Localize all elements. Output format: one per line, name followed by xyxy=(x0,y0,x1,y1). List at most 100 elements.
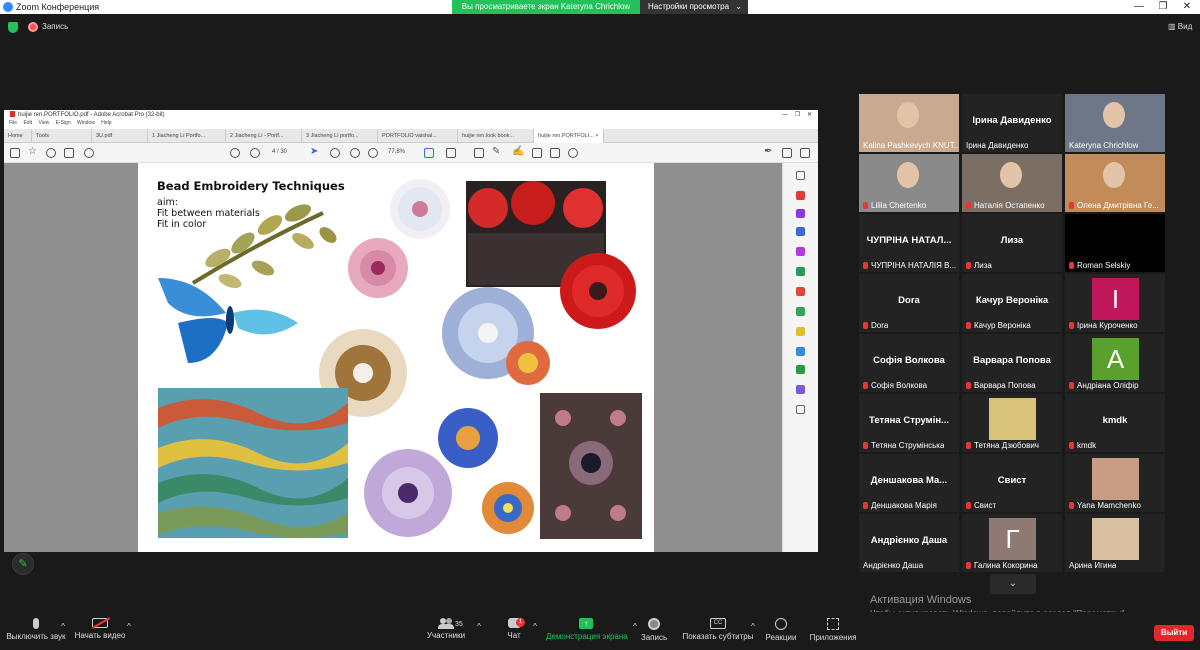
captions-icon: CC xyxy=(710,618,726,629)
captions-label: Показать субтитры xyxy=(682,632,754,641)
orange-blue-flower xyxy=(482,482,534,534)
tab-doc-active: huijie ren.PORTFOLI... × xyxy=(534,129,604,143)
beaded-butterfly xyxy=(158,278,298,363)
participant-tile[interactable]: Kateryna Chrichlow xyxy=(1065,94,1165,152)
video-off-icon xyxy=(91,617,111,629)
participant-tile[interactable]: Варвара Попова Варвара Попова xyxy=(962,334,1062,392)
protect-icon xyxy=(796,347,805,356)
zoom-level: 77,8% xyxy=(388,149,406,155)
participant-tile[interactable]: I Ірина Куроченко xyxy=(1065,274,1165,332)
participant-photo xyxy=(1092,458,1139,500)
participant-display-name: Качур Вероніка xyxy=(975,295,1049,306)
participant-tile[interactable]: Roman Selskiy xyxy=(1065,214,1165,272)
participant-tile[interactable]: kmdk kmdk xyxy=(1065,394,1165,452)
zoom-tool-icon xyxy=(796,171,805,180)
participant-name: Тетяна Дзюбович xyxy=(966,441,1039,450)
blue-sequin-flower-small xyxy=(438,408,498,468)
share-icon xyxy=(800,148,810,158)
shield-icon[interactable] xyxy=(8,22,18,33)
participant-tile[interactable]: Деншакова Ма... Деншакова Марія xyxy=(859,454,959,512)
audio-options-chevron-icon[interactable]: ^ xyxy=(58,622,68,631)
minimize-icon[interactable]: — xyxy=(1128,0,1150,14)
apps-button[interactable]: Приложения xyxy=(808,618,858,642)
participant-tile[interactable]: Качур Вероніка Качур Вероніка xyxy=(962,274,1062,332)
muted-mic-icon xyxy=(966,442,971,449)
acrobat-right-tools xyxy=(782,163,818,552)
view-button[interactable]: ▥ Вид xyxy=(1168,22,1192,31)
participant-tile[interactable]: А Андріана Оліфір xyxy=(1065,334,1165,392)
participant-tile[interactable]: Kalina Pashkevych KNUT... xyxy=(859,94,959,152)
participant-tile[interactable]: Олена Дмитрівна Ге... xyxy=(1065,154,1165,212)
acrobat-close-icon: ✕ xyxy=(806,112,812,118)
participant-name: Dora xyxy=(863,321,888,330)
acrobat-document-area: Bead Embroidery Techniques aim: Fit betw… xyxy=(4,163,818,552)
participant-tile[interactable]: Тетяна Струмін... Тетяна Струмінська xyxy=(859,394,959,452)
annotate-pencil-icon[interactable]: ✎ xyxy=(12,553,34,575)
muted-mic-icon xyxy=(966,562,971,569)
participants-chevron-icon[interactable]: ^ xyxy=(474,622,484,631)
participant-name: Liliia Chertenko xyxy=(863,201,926,210)
participant-face xyxy=(897,102,919,128)
start-video-button[interactable]: Начать видео xyxy=(74,617,126,640)
embroidery-collage xyxy=(158,179,642,539)
participant-tile[interactable]: Андрієнко Даша Андрієнко Даша xyxy=(859,514,959,572)
view-options-button[interactable]: Настройки просмотра ⌄ xyxy=(640,0,748,14)
participant-tile[interactable]: Yana Mamchenko xyxy=(1065,454,1165,512)
tab-doc: 2 Jiacheng Li - Portf... xyxy=(226,129,302,143)
reactions-button[interactable]: Реакции xyxy=(764,618,798,642)
chat-badge: 1 xyxy=(516,618,525,627)
upload-icon xyxy=(46,148,56,158)
export-pdf-icon xyxy=(796,191,805,200)
participant-tile[interactable]: Наталія Остапенко xyxy=(962,154,1062,212)
shared-screen-acrobat: huijie ren.PORTFOLIO.pdf - Adobe Acrobat… xyxy=(4,110,818,552)
participant-display-name: Dora xyxy=(898,295,920,306)
muted-mic-icon xyxy=(1069,502,1074,509)
video-options-chevron-icon[interactable]: ^ xyxy=(124,622,134,631)
participant-display-name: Свист xyxy=(997,475,1027,486)
participant-name: Олена Дмитрівна Ге... xyxy=(1069,201,1159,210)
comment-tool-icon xyxy=(796,327,805,336)
organize-icon xyxy=(796,267,805,276)
participant-tile[interactable]: Тетяна Дзюбович xyxy=(962,394,1062,452)
participant-name: Kateryna Chrichlow xyxy=(1069,141,1139,150)
participant-name: kmdk xyxy=(1069,441,1096,450)
gallery-scroll-down-icon[interactable]: ⌄ xyxy=(990,574,1036,594)
tab-doc-active-label: huijie ren.PORTFOLI... xyxy=(538,133,594,139)
participant-name: Наталія Остапенко xyxy=(966,201,1045,210)
participant-tile[interactable]: Арина Игина xyxy=(1065,514,1165,572)
participant-tile[interactable]: Лиза Лиза xyxy=(962,214,1062,272)
captions-button[interactable]: CC Показать субтитры xyxy=(682,618,754,641)
participant-tile[interactable]: Liliia Chertenko xyxy=(859,154,959,212)
tab-doc: 3U.pdf xyxy=(92,129,148,143)
more-tools-icon xyxy=(796,405,805,414)
meeting-top-bar xyxy=(0,14,1200,40)
participant-tile[interactable]: Ірина Давиденко Ірина Давиденко xyxy=(962,94,1062,152)
participant-tile[interactable]: ЧУПРІНА НАТАЛ... ЧУПРІНА НАТАЛІЯ В... xyxy=(859,214,959,272)
chat-chevron-icon[interactable]: ^ xyxy=(530,622,540,631)
participant-display-name: Андрієнко Даша xyxy=(870,535,948,546)
participant-tile[interactable]: Софія Волкова Софія Волкова xyxy=(859,334,959,392)
trash-icon xyxy=(550,148,560,158)
wavy-sequin-fabric xyxy=(158,388,348,538)
mute-button[interactable]: Выключить звук xyxy=(6,618,66,641)
stamp-icon xyxy=(532,148,542,158)
participant-display-name: Ірина Давиденко xyxy=(972,115,1052,126)
beaded-leaf-branch xyxy=(191,204,337,288)
participant-display-name: Деншакова Ма... xyxy=(870,475,948,486)
chat-label: Чат xyxy=(507,631,521,640)
share-screen-button[interactable]: ↑ Демонстрация экрана xyxy=(546,618,628,641)
participant-avatar: I xyxy=(1092,278,1139,320)
violet-bead-flower xyxy=(364,449,452,537)
participant-tile[interactable]: Свист Свист xyxy=(962,454,1062,512)
participant-tile[interactable]: Г Галина Кокорина xyxy=(962,514,1062,572)
participant-tile[interactable]: Dora Dora xyxy=(859,274,959,332)
captions-chevron-icon[interactable]: ^ xyxy=(748,622,758,631)
close-icon[interactable]: ✕ xyxy=(1176,0,1198,14)
scan-icon xyxy=(796,307,805,316)
record-button[interactable]: Запись xyxy=(636,618,672,642)
maximize-icon[interactable]: ❐ xyxy=(1152,0,1174,14)
pdf-page: Bead Embroidery Techniques aim: Fit betw… xyxy=(138,163,654,552)
page-current: 4 xyxy=(272,149,276,155)
hand-icon xyxy=(330,148,340,158)
leave-meeting-button[interactable]: Выйти xyxy=(1154,625,1194,641)
